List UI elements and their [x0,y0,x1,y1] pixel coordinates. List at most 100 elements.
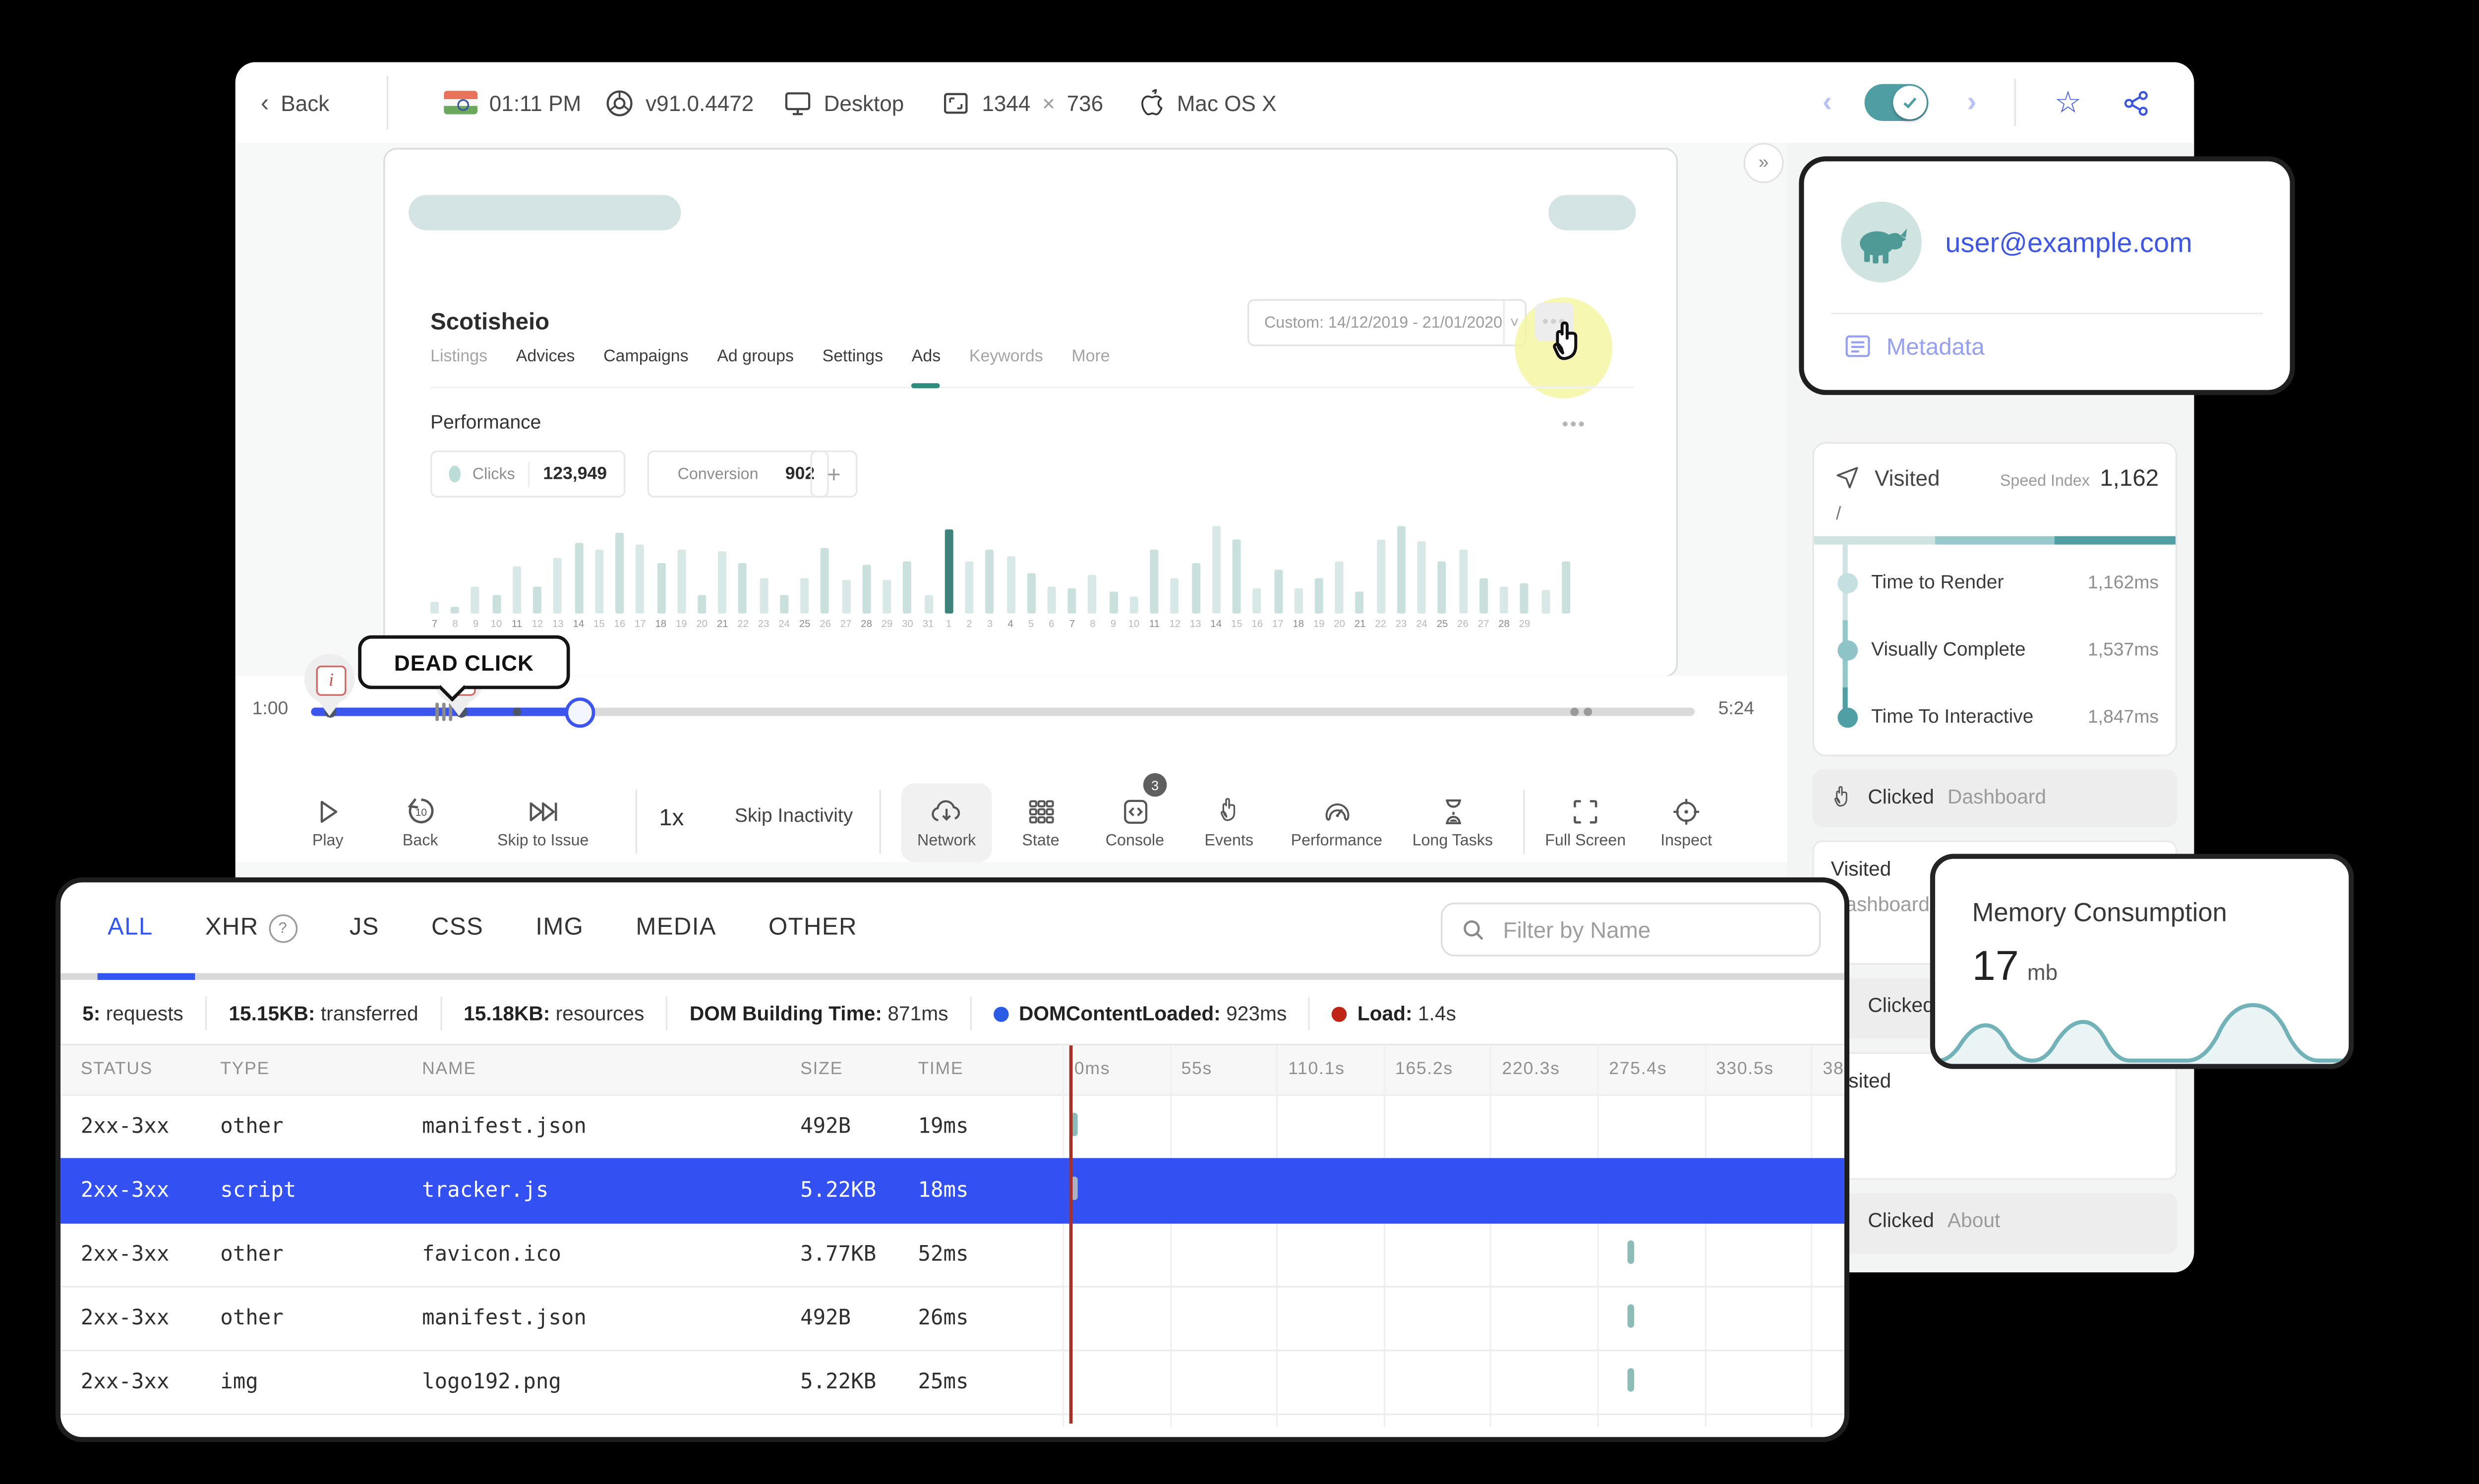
metric-chip-conversion[interactable]: Conversion 902 [647,450,829,498]
chart-bar [1253,588,1262,614]
type-cell: other [220,1240,284,1266]
visited-event-card[interactable]: Visited Speed Index 1,162 / Time to Rend… [1812,442,2178,756]
page-tab-keywords[interactable]: Keywords [969,348,1043,387]
column-header-name[interactable]: NAME [422,1059,476,1079]
metric-value: 1,162ms [2087,573,2159,594]
date-range-select[interactable]: Custom: 14/12/2019 - 21/01/2020 ˅ [1247,299,1527,346]
prev-session-button[interactable]: ‹ [1823,62,1832,143]
skip-inactivity-toggle[interactable]: Skip Inactivity [735,807,853,827]
add-metric-button[interactable]: + [810,450,858,498]
console-panel-button[interactable]: 3 Console [1089,773,1180,862]
page-tab-ad-groups[interactable]: Ad groups [717,348,794,387]
request-row-tracker.js[interactable]: 2xx-3xx script tracker.js 5.22KB 18ms [60,1158,1844,1224]
clicked-event-row[interactable]: Clicked About [1812,1193,2178,1254]
play-button[interactable]: Play [283,783,373,862]
event-dot[interactable] [1570,707,1579,716]
long-tasks-panel-button[interactable]: Long Tasks [1399,783,1506,862]
chart-bar [1232,539,1241,614]
section-more-icon[interactable]: ••• [1562,415,1586,436]
metadata-button[interactable]: Metadata [1844,333,1985,360]
inspect-button[interactable]: Inspect [1641,783,1732,862]
chart-bar [1109,591,1118,614]
column-header-time[interactable]: TIME [918,1059,963,1079]
event-target: About [1947,1208,2001,1232]
clicked-event-row[interactable]: Clicked Dashboard [1812,770,2178,827]
check-icon [1903,97,1917,109]
playback-speed-button[interactable]: 1x [659,803,684,830]
inspect-crosshair-icon [1673,798,1700,824]
issue-marker[interactable]: i [304,654,355,716]
chart-bar [780,595,789,614]
chart-bar [656,563,665,614]
page-tab-ads[interactable]: Ads [911,348,942,389]
x-tick-label: 11 [511,620,523,630]
chart-bar [1026,573,1035,614]
network-tab-media[interactable]: MEDIA [636,914,716,941]
page-tab-more[interactable]: More [1071,348,1110,387]
page-tab-listings[interactable]: Listings [430,348,487,387]
event-dot[interactable] [1584,707,1593,716]
player-controls: Play 10 Back Skip to Issue 1x Skip Inact… [236,773,1787,862]
time-cell: 52ms [918,1240,969,1266]
request-row-manifest.json[interactable]: 2xx-3xx other manifest.json 492B 19ms [60,1094,1844,1160]
user-email[interactable]: user@example.com [1945,228,2192,260]
chart-bar [677,549,686,614]
next-session-button[interactable]: › [1967,62,1976,143]
x-tick-label: 18 [1293,620,1304,630]
column-header-status[interactable]: STATUS [81,1059,153,1079]
network-tab-css[interactable]: CSS [431,914,483,941]
event-dot[interactable] [513,707,522,716]
events-panel-button[interactable]: Events [1183,783,1274,862]
network-tab-xhr[interactable]: XHR? [205,913,297,942]
x-tick-label: 13 [1189,620,1201,630]
x-tick-label: 20 [696,620,708,630]
request-row-favicon.ico[interactable]: 2xx-3xx other favicon.ico 3.77KB 52ms [60,1222,1844,1288]
chart-bar [1376,539,1385,614]
console-icon [1123,799,1147,823]
playhead-handle[interactable] [565,697,595,728]
browser-info: v91.0.4472 [605,62,754,143]
request-row-manifest.json[interactable]: 2xx-3xx other manifest.json 492B 26ms [60,1286,1844,1352]
chart-bar [1356,591,1364,614]
x-tick-label: 17 [1272,620,1284,630]
page-tab-settings[interactable]: Settings [823,348,884,387]
request-row-logo192.png[interactable]: 2xx-3xx img logo192.png 5.22KB 25ms [60,1350,1844,1416]
back-10s-button[interactable]: 10 Back [375,783,466,862]
chart-bar [1397,526,1406,614]
network-tab-js[interactable]: JS [350,914,379,941]
x-tick-label: 25 [1436,620,1448,630]
network-tab-img[interactable]: IMG [535,914,584,941]
full-screen-button[interactable]: Full Screen [1534,783,1638,862]
bookmark-button[interactable]: ☆ [2055,62,2082,143]
timeline-track[interactable]: i i [304,654,1695,728]
share-button[interactable] [2122,62,2150,143]
network-tab-other[interactable]: OTHER [768,914,857,941]
chart-bar [698,595,707,614]
back-button[interactable]: ‹ Back [261,62,330,143]
ruler-tick-label: 110.1s [1288,1059,1345,1080]
x-tick-label: 27 [840,620,852,630]
state-panel-button[interactable]: State [995,783,1086,862]
network-tab-all[interactable]: ALL [108,914,153,941]
name-cell: logo192.png [422,1368,561,1394]
collapse-sidebar-button[interactable]: » [1743,143,1784,183]
page-tab-campaigns[interactable]: Campaigns [603,348,689,387]
x-tick-label: 22 [737,620,749,630]
filter-input[interactable] [1499,915,1792,944]
page-tab-advices[interactable]: Advices [516,348,575,387]
chart-bar [594,549,603,614]
column-header-size[interactable]: SIZE [800,1059,843,1079]
waterfall-mark [1071,1176,1078,1200]
metric-dot [449,465,461,483]
autoplay-toggle[interactable] [1864,62,1929,143]
filter-field[interactable] [1441,902,1821,957]
performance-panel-button[interactable]: Performance [1281,783,1392,862]
skip-to-issue-button[interactable]: Skip to Issue [484,783,602,862]
column-header-type[interactable]: TYPE [220,1059,270,1079]
network-panel-button[interactable]: Network [901,783,992,862]
device-info: Desktop [783,62,904,143]
visited-event-row[interactable]: Visited [1812,1052,2178,1180]
help-icon[interactable]: ? [268,913,297,942]
status-dot [1332,1006,1348,1022]
metric-chip-clicks[interactable]: Clicks 123,949 [430,450,626,498]
